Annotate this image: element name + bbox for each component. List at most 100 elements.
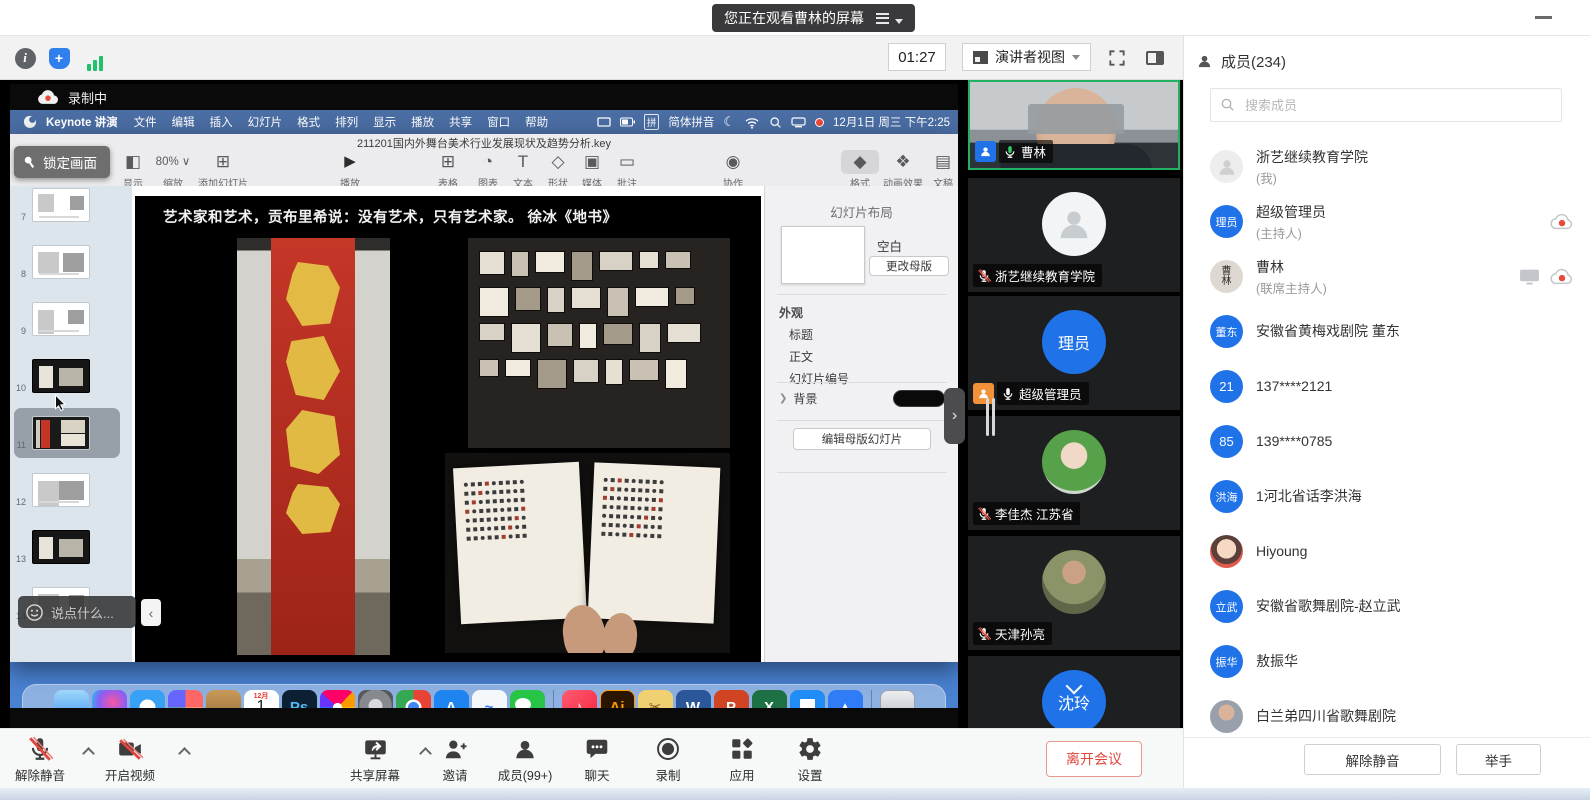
dock-app-finder[interactable] bbox=[54, 690, 89, 709]
do-not-disturb-icon[interactable]: ☾ bbox=[723, 114, 735, 130]
dock-app-unarchiver[interactable]: ✂ bbox=[638, 690, 673, 709]
menubar-datetime[interactable]: 12月1日 周三 下午2:25 bbox=[833, 114, 950, 130]
member-row-超级管理员[interactable]: 理员超级管理员(主持人) bbox=[1184, 194, 1590, 249]
video-tile-天津孙亮[interactable]: 天津孙亮 bbox=[968, 536, 1180, 650]
member-row-曹林[interactable]: 曹林曹林(联席主持人) bbox=[1184, 249, 1590, 304]
menu-幻灯片[interactable]: 幻灯片 bbox=[248, 114, 283, 130]
menu-插入[interactable]: 插入 bbox=[210, 114, 233, 130]
change-master-button[interactable]: 更改母版 bbox=[869, 256, 949, 276]
search-members-input[interactable] bbox=[1210, 88, 1562, 122]
chat-input-placeholder[interactable]: 说点什么... bbox=[51, 603, 114, 622]
spotlight-search-icon[interactable] bbox=[769, 116, 782, 129]
menu-帮助[interactable]: 帮助 bbox=[525, 114, 548, 130]
slide-thumbnail-12[interactable] bbox=[32, 473, 90, 507]
toolbar-collaborate-icon[interactable]: ◉协作 bbox=[698, 150, 768, 190]
menu-窗口[interactable]: 窗口 bbox=[487, 114, 510, 130]
option-正文[interactable]: 正文 bbox=[781, 348, 813, 365]
leave-meeting-button[interactable]: 离开会议 bbox=[1046, 741, 1142, 777]
video-tile-李佳杰 江苏省[interactable]: 李佳杰 江苏省 bbox=[968, 416, 1180, 530]
member-row-白兰弟四川省歌舞剧院[interactable]: 白兰弟四川省歌舞剧院 bbox=[1184, 689, 1590, 737]
member-row-安徽省歌舞剧院-赵立武[interactable]: 立武安徽省歌舞剧院-赵立武 bbox=[1184, 579, 1590, 634]
dock-app-powerpoint[interactable]: P bbox=[714, 690, 749, 709]
disclosure-icon[interactable]: ❯ bbox=[779, 393, 787, 404]
dock-app-chrome[interactable] bbox=[396, 690, 431, 709]
apple-logo-icon[interactable] bbox=[24, 116, 36, 128]
dock-app-keynote[interactable] bbox=[790, 690, 825, 709]
dock-app-music[interactable]: ♪ bbox=[562, 690, 597, 709]
slide-thumbnail-8[interactable] bbox=[32, 245, 90, 279]
toolbar-add-slide-icon[interactable]: ⊞添加幻灯片 bbox=[188, 150, 258, 190]
dock-app-word[interactable]: W bbox=[676, 690, 711, 709]
app-menu-title[interactable]: Keynote 讲演 bbox=[46, 114, 118, 130]
member-row-安徽省黄梅戏剧院 董东[interactable]: 董东安徽省黄梅戏剧院 董东 bbox=[1184, 304, 1590, 359]
control-camera-button[interactable]: 开启视频 bbox=[85, 735, 175, 784]
slide-thumbnail-11[interactable] bbox=[32, 416, 90, 450]
control-unmute-button[interactable]: 解除静音 bbox=[0, 735, 85, 784]
dock-app-system-preferences[interactable] bbox=[358, 690, 393, 709]
option-标题[interactable]: 标题 bbox=[781, 326, 813, 343]
video-tile-曹林[interactable]: 曹林 bbox=[968, 80, 1180, 170]
dock-app-app-store[interactable]: A bbox=[434, 690, 469, 709]
menu-排列[interactable]: 排列 bbox=[335, 114, 358, 130]
toolbar-document-icon[interactable]: ▤文稿 bbox=[908, 150, 958, 190]
member-row-137****2121[interactable]: 21137****2121 bbox=[1184, 359, 1590, 414]
control-camera-expand-chevron[interactable] bbox=[178, 747, 191, 760]
menu-格式[interactable]: 格式 bbox=[297, 114, 320, 130]
side-panel-toggle-button[interactable] bbox=[1142, 45, 1168, 71]
dock-app-trash[interactable] bbox=[880, 690, 915, 709]
video-tile-沈玲[interactable]: 沈玲 bbox=[968, 656, 1180, 728]
dock-app-calendar[interactable]: 12月1 bbox=[244, 690, 279, 709]
chat-collapse-button[interactable]: ‹ bbox=[141, 599, 161, 626]
dock-app-files-app[interactable]: ▲ bbox=[828, 690, 863, 709]
layout-thumbnail[interactable] bbox=[781, 226, 865, 284]
pin-view-tooltip[interactable]: 锁定画面 bbox=[14, 146, 110, 178]
menu-播放[interactable]: 播放 bbox=[411, 114, 434, 130]
slide-thumbnail-13[interactable] bbox=[32, 530, 90, 564]
background-row[interactable]: ❯ 背景 bbox=[779, 390, 945, 407]
input-method-icon[interactable]: 拼 bbox=[644, 114, 660, 130]
watching-banner[interactable]: 您正在观看曹林的屏幕 bbox=[712, 4, 915, 32]
video-tile-超级管理员[interactable]: 理员超级管理员 bbox=[968, 296, 1180, 410]
dock-app-photoshop[interactable]: Ps bbox=[282, 690, 317, 709]
fullscreen-button[interactable] bbox=[1104, 45, 1130, 71]
dock-app-siri[interactable] bbox=[92, 690, 127, 709]
wifi-icon[interactable] bbox=[744, 116, 760, 129]
view-mode-dropdown[interactable]: 演讲者视图 bbox=[962, 43, 1091, 71]
raise-hand-button[interactable]: 举手 bbox=[1456, 744, 1541, 775]
hamburger-menu-icon[interactable] bbox=[876, 13, 889, 24]
member-row-敖振华[interactable]: 振华敖振华 bbox=[1184, 634, 1590, 689]
toolbar-comment-icon[interactable]: ▭批注 bbox=[592, 150, 662, 190]
slide-thumbnail-7[interactable] bbox=[32, 188, 90, 222]
quick-chat-overlay[interactable]: 说点什么... bbox=[18, 596, 136, 628]
screen-mirroring-icon[interactable] bbox=[791, 117, 806, 128]
input-method-name[interactable]: 简体拼音 bbox=[668, 114, 714, 130]
dock-app-launchpad[interactable] bbox=[168, 690, 203, 709]
dock-app-docs-app[interactable]: ~ bbox=[472, 690, 507, 709]
member-row-Hiyoung[interactable]: Hiyoung bbox=[1184, 524, 1590, 579]
dock-app-illustrator[interactable]: Ai bbox=[600, 690, 635, 709]
video-tile-浙艺继续教育学院[interactable]: 浙艺继续教育学院 bbox=[968, 178, 1180, 292]
slide-thumbnail-9[interactable] bbox=[32, 302, 90, 336]
panel-unmute-button[interactable]: 解除静音 bbox=[1304, 744, 1441, 775]
option-幻灯片编号[interactable]: 幻灯片编号 bbox=[781, 370, 849, 387]
security-shield-icon[interactable]: + bbox=[46, 45, 72, 71]
edit-master-button[interactable]: 编辑母版幻灯片 bbox=[793, 428, 931, 450]
dock-app-contacts[interactable] bbox=[206, 690, 241, 709]
background-color-swatch[interactable] bbox=[893, 390, 945, 407]
minimize-button[interactable] bbox=[1535, 16, 1552, 19]
dock-app-safari[interactable] bbox=[130, 690, 165, 709]
slide-thumbnail-10[interactable] bbox=[32, 359, 90, 393]
control-share-screen-button[interactable]: 共享屏幕 bbox=[330, 735, 420, 784]
menu-编辑[interactable]: 编辑 bbox=[172, 114, 195, 130]
dock-app-photos[interactable] bbox=[320, 690, 355, 709]
toolbar-play-icon[interactable]: ▶播放 bbox=[315, 150, 385, 190]
dock-app-wechat[interactable] bbox=[510, 690, 545, 709]
menu-文件[interactable]: 文件 bbox=[134, 114, 157, 130]
member-row-1河北省话李洪海[interactable]: 洪海1河北省话李洪海 bbox=[1184, 469, 1590, 524]
meeting-info-icon[interactable]: i bbox=[12, 45, 38, 71]
control-settings-button[interactable]: 设置 bbox=[765, 735, 855, 784]
strip-drag-handle[interactable] bbox=[986, 398, 995, 436]
video-strip-collapse-button[interactable]: › bbox=[944, 388, 965, 444]
dock-app-excel[interactable]: X bbox=[752, 690, 787, 709]
emoji-icon[interactable] bbox=[25, 603, 44, 622]
